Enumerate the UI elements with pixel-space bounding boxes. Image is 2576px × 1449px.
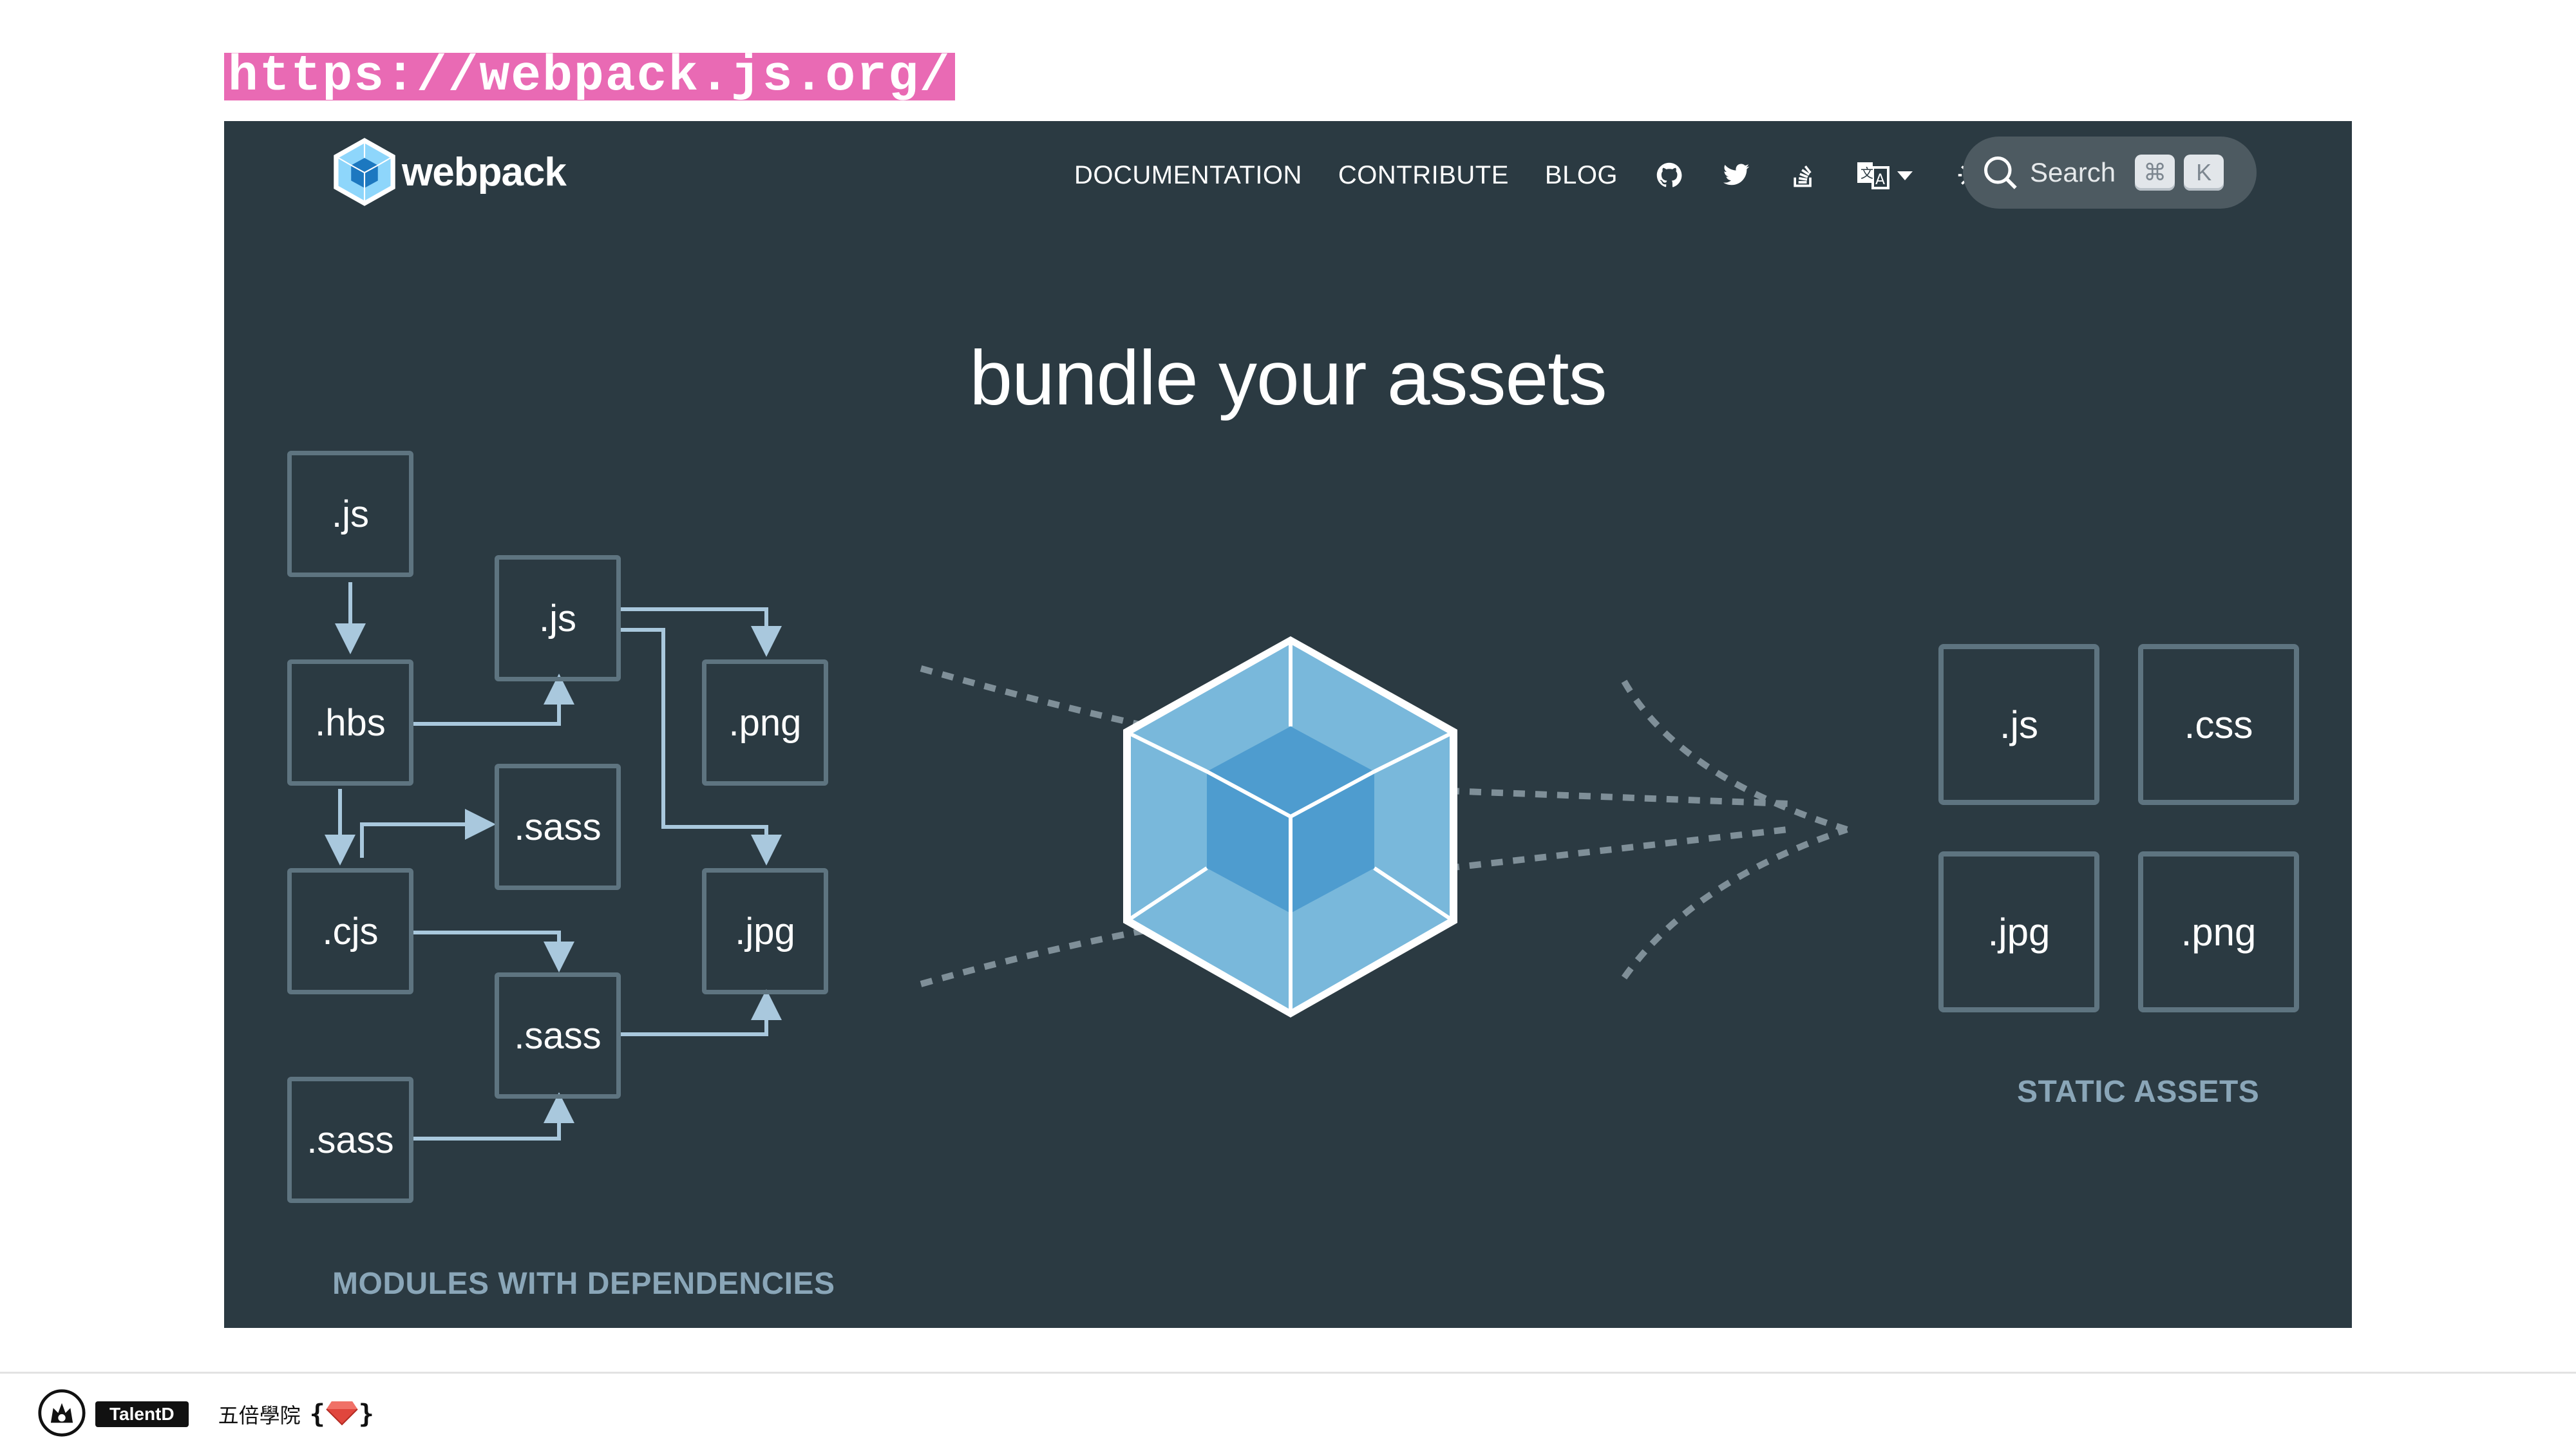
module-box: .cjs	[287, 868, 413, 994]
module-box: .js	[495, 555, 621, 681]
static-asset-box: .css	[2138, 644, 2299, 805]
module-box: .hbs	[287, 659, 413, 786]
url-banner: https://webpack.js.org/	[224, 52, 955, 102]
module-box: .sass	[495, 972, 621, 1099]
static-assets-caption: STATIC ASSETS	[2017, 1075, 2260, 1109]
school-name: 五倍學院	[218, 1403, 301, 1428]
ruby-gem-icon	[325, 1400, 359, 1429]
static-asset-box: .js	[1938, 644, 2099, 805]
footer: TalentD 五倍學院 { }	[37, 1388, 374, 1441]
module-box: .png	[702, 659, 828, 786]
module-box: .jpg	[702, 868, 828, 994]
webpack-homepage-screenshot: webpack DOCUMENTATION CONTRIBUTE BLOG 文A…	[224, 121, 2352, 1328]
module-box: .sass	[287, 1077, 413, 1203]
footer-divider	[0, 1372, 2576, 1374]
module-box: .sass	[495, 764, 621, 890]
modules-caption: MODULES WITH DEPENDENCIES	[332, 1267, 835, 1301]
brand-badge: TalentD	[95, 1401, 189, 1427]
module-box: .js	[287, 451, 413, 577]
static-asset-box: .jpg	[1938, 851, 2099, 1012]
static-asset-box: .png	[2138, 851, 2299, 1012]
brace-open: {	[309, 1399, 325, 1429]
webpack-cube-icon	[1123, 636, 1457, 1018]
talentd-logo-icon	[37, 1388, 86, 1441]
brace-close: }	[358, 1399, 374, 1429]
